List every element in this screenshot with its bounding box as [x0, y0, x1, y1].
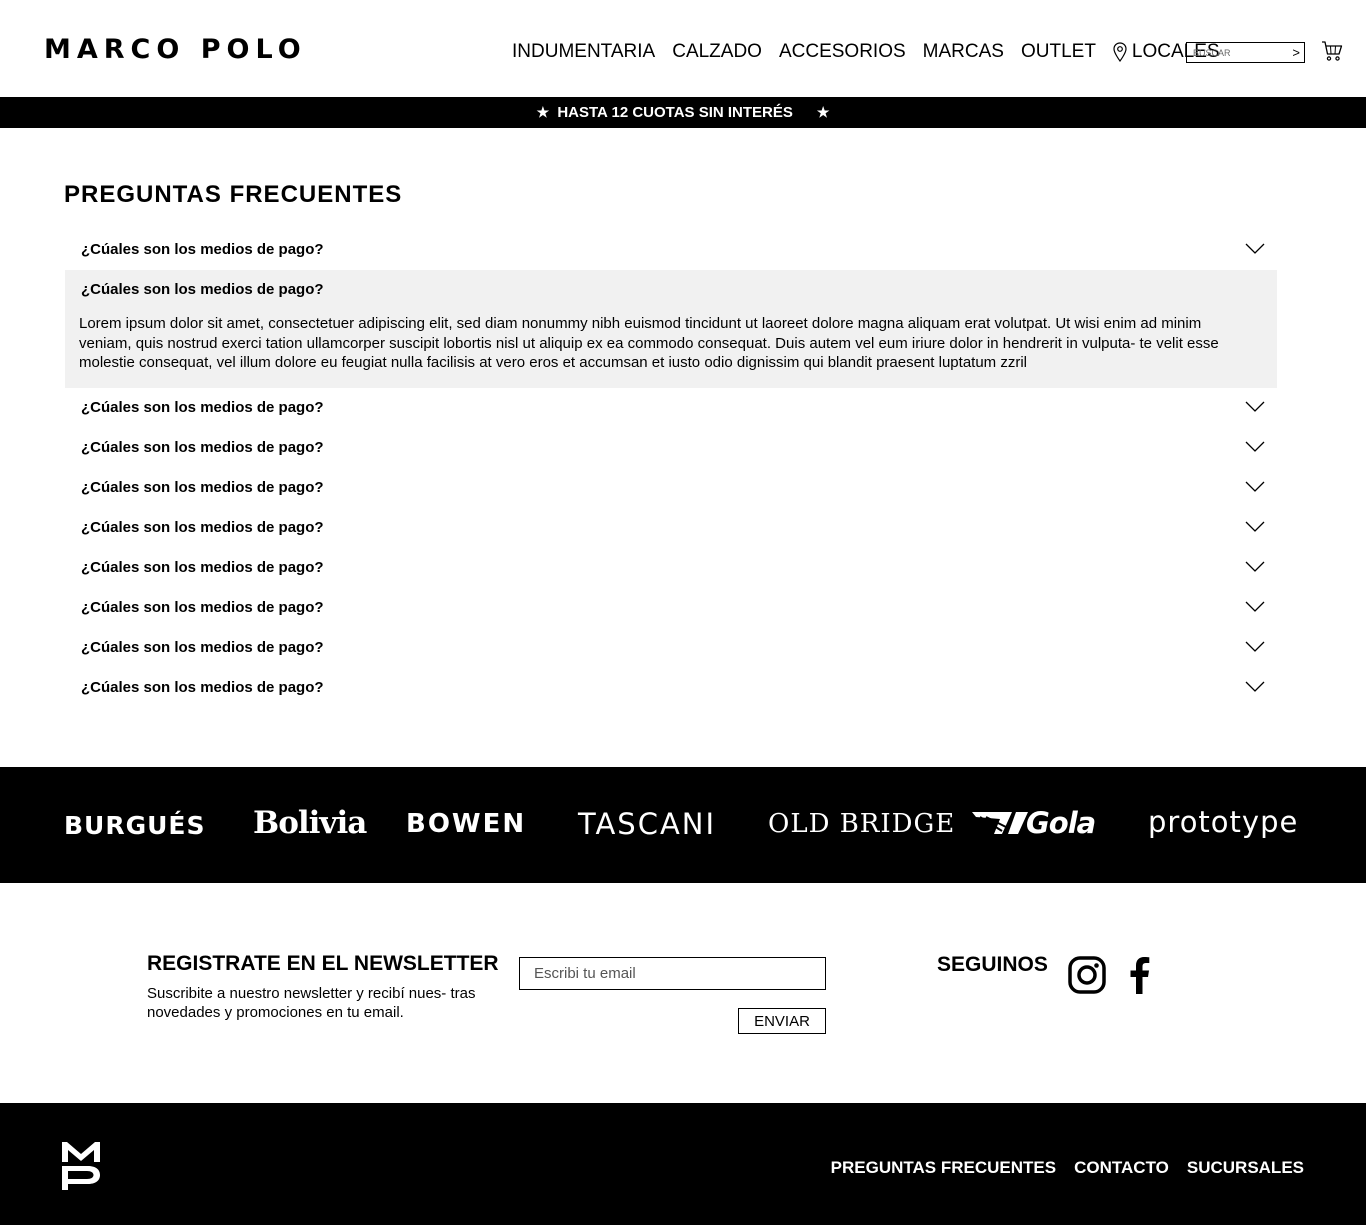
promo-banner: ★ HASTA 12 CUOTAS SIN INTERÉS ★ — [0, 97, 1366, 128]
faq-question: ¿Cúales son los medios de pago? — [81, 479, 324, 496]
faq-question: ¿Cúales son los medios de pago? — [81, 281, 324, 298]
nav-outlet[interactable]: OUTLET — [1021, 40, 1096, 64]
promo-text: HASTA 12 CUOTAS SIN INTERÉS — [557, 104, 793, 121]
chevron-down-icon — [1245, 481, 1265, 492]
chevron-down-icon — [1245, 243, 1265, 254]
nav-indumentaria[interactable]: INDUMENTARIA — [512, 40, 655, 64]
facebook-icon[interactable] — [1128, 956, 1150, 994]
chevron-down-icon — [1245, 561, 1265, 572]
faq-question: ¿Cúales son los medios de pago? — [81, 679, 324, 696]
faq-question: ¿Cúales son los medios de pago? — [81, 241, 324, 258]
faq-item[interactable]: ¿Cúales son los medios de pago? — [65, 428, 1277, 468]
nav-accesorios[interactable]: ACCESORIOS — [779, 40, 906, 64]
newsletter-email-input[interactable] — [519, 957, 826, 990]
chevron-down-icon — [1245, 441, 1265, 452]
chevron-down-icon — [1245, 641, 1265, 652]
faq-question: ¿Cúales son los medios de pago? — [81, 399, 324, 416]
faq-item[interactable]: ¿Cúales son los medios de pago? — [65, 628, 1277, 668]
marco-polo-logo[interactable]: MARCO POLO — [44, 36, 307, 64]
shopping-cart-icon[interactable] — [1321, 40, 1343, 62]
nav-calzado[interactable]: CALZADO — [672, 40, 762, 64]
chevron-down-icon — [1245, 521, 1265, 532]
faq-question: ¿Cúales son los medios de pago? — [81, 519, 324, 536]
newsletter-description: Suscribite a nuestro newsletter y recibí… — [147, 985, 476, 1021]
faq-item[interactable]: ¿Cúales son los medios de pago? — [65, 468, 1277, 508]
faq-question: ¿Cúales son los medios de pago? — [81, 559, 324, 576]
chevron-down-icon — [1245, 681, 1265, 692]
faq-item[interactable]: ¿Cúales son los medios de pago? — [65, 668, 1277, 708]
nav-marcas[interactable]: MARCAS — [923, 40, 1004, 64]
chevron-down-icon — [1245, 401, 1265, 412]
faq-item-expanded[interactable]: ¿Cúales son los medios de pago? Lorem ip… — [65, 270, 1277, 388]
newsletter-title: REGISTRATE EN EL NEWSLETTER — [147, 952, 499, 975]
site-header: MARCO POLO INDUMENTARIA CALZADO ACCESORI… — [0, 0, 1366, 97]
faq-question: ¿Cúales son los medios de pago? — [81, 639, 324, 656]
footer-link-faq[interactable]: PREGUNTAS FRECUENTES — [831, 1158, 1056, 1178]
brand-prototype-logo[interactable]: prototype — [1148, 805, 1298, 839]
footer-link-sucursales[interactable]: SUCURSALES — [1187, 1158, 1304, 1178]
gola-wing-icon — [972, 812, 1028, 834]
social-title: SEGUINOS — [937, 953, 1048, 976]
main-nav: INDUMENTARIA CALZADO ACCESORIOS MARCAS O… — [512, 40, 1220, 64]
brands-strip: BURGUÉS Bolivia BOWEN TASCANI OLD BRIDGE… — [0, 767, 1366, 883]
page-title: PREGUNTAS FRECUENTES — [64, 181, 403, 208]
mp-logo[interactable] — [62, 1140, 100, 1190]
faq-item[interactable]: ¿Cúales son los medios de pago? — [65, 388, 1277, 428]
faq-item[interactable]: ¿Cúales son los medios de pago? — [65, 230, 1277, 270]
brand-gola-logo[interactable]: Gola — [972, 806, 1096, 840]
footer-link-contacto[interactable]: CONTACTO — [1074, 1158, 1169, 1178]
location-pin-icon — [1113, 42, 1127, 62]
faq-accordion: ¿Cúales son los medios de pago? ¿Cúales … — [65, 230, 1277, 708]
search-box: > — [1186, 42, 1305, 63]
search-submit-icon[interactable]: > — [1292, 45, 1300, 60]
brand-oldbridge-logo[interactable]: OLD BRIDGE — [768, 809, 955, 839]
faq-question: ¿Cúales son los medios de pago? — [81, 439, 324, 456]
instagram-icon[interactable] — [1068, 956, 1106, 994]
brand-gola-text: Gola — [1026, 806, 1096, 840]
star-icon: ★ — [536, 104, 550, 120]
faq-item[interactable]: ¿Cúales son los medios de pago? — [65, 588, 1277, 628]
newsletter-submit-button[interactable]: ENVIAR — [738, 1008, 826, 1034]
brand-tascani-logo[interactable]: TASCANI — [578, 807, 716, 841]
search-input[interactable] — [1187, 43, 1282, 63]
faq-item[interactable]: ¿Cúales son los medios de pago? — [65, 548, 1277, 588]
brand-bowen-logo[interactable]: BOWEN — [406, 809, 526, 839]
star-icon — [797, 104, 813, 120]
footer-nav: PREGUNTAS FRECUENTES CONTACTO SUCURSALES — [813, 1158, 1304, 1178]
faq-question: ¿Cúales son los medios de pago? — [81, 599, 324, 616]
chevron-down-icon — [1245, 601, 1265, 612]
site-footer: PREGUNTAS FRECUENTES CONTACTO SUCURSALES — [0, 1103, 1366, 1225]
brand-bolivia-logo[interactable]: Bolivia — [253, 805, 367, 841]
faq-answer: Lorem ipsum dolor sit amet, consectetuer… — [79, 315, 1219, 371]
faq-item[interactable]: ¿Cúales son los medios de pago? — [65, 508, 1277, 548]
brand-burgues-logo[interactable]: BURGUÉS — [64, 811, 206, 840]
star-icon: ★ — [816, 104, 830, 120]
